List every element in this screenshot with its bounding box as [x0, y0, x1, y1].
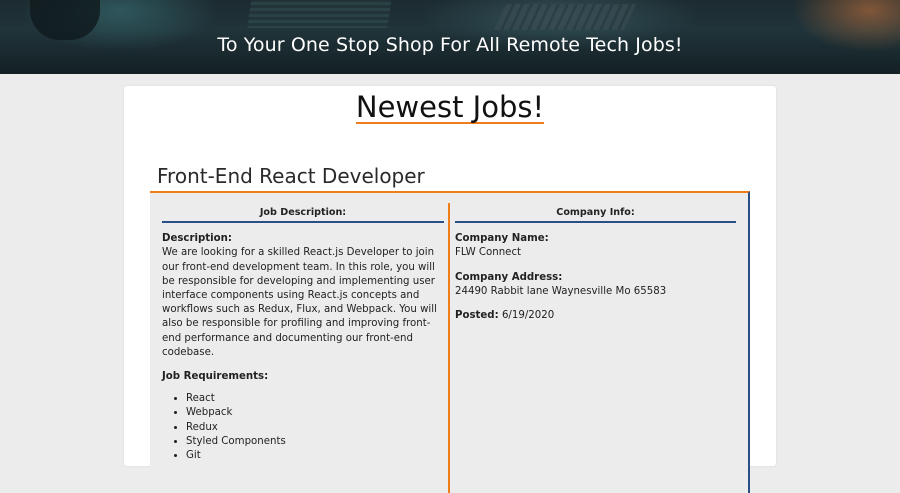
job-description-heading: Job Description: — [162, 206, 444, 224]
company-address: 24490 Rabbit lane Waynesville Mo 65583 — [455, 285, 667, 297]
requirements-label: Job Requirements: — [162, 371, 269, 383]
requirements-list: React Webpack Redux Styled Components Gi… — [162, 392, 444, 463]
job-title[interactable]: Front-End React Developer — [157, 164, 425, 188]
page-title-wrapper: Newest Jobs! — [124, 92, 776, 124]
jobs-card: Newest Jobs! Front-End React Developer J… — [124, 86, 776, 493]
hero-keyboard-decoration — [493, 4, 637, 30]
job-listing: Job Description: Description: We are loo… — [150, 191, 750, 493]
requirement-item: Webpack — [186, 406, 444, 420]
column-divider — [448, 203, 450, 493]
posted-line: Posted: 6/19/2020 — [455, 309, 736, 323]
company-name-label: Company Name: — [455, 233, 549, 245]
hero-title: To Your One Stop Shop For All Remote Tec… — [217, 34, 683, 56]
job-description-column: Job Description: Description: We are loo… — [162, 193, 444, 463]
posted-date: 6/19/2020 — [501, 310, 555, 322]
hero-banner: To Your One Stop Shop For All Remote Tec… — [0, 0, 900, 74]
posted-label: Posted: — [455, 310, 499, 322]
requirement-item: Redux — [186, 421, 444, 435]
description-text: We are looking for a skilled React.js De… — [162, 247, 437, 358]
company-info-heading: Company Info: — [455, 206, 736, 224]
page-title: Newest Jobs! — [355, 90, 545, 124]
requirement-item: Git — [186, 449, 444, 463]
company-name: FLW Connect — [455, 247, 522, 259]
description-label: Description: — [162, 233, 232, 245]
company-info-column: Company Info: Company Name: FLW Connect … — [455, 193, 736, 323]
hero-monitor-decoration — [247, 0, 393, 28]
company-address-label: Company Address: — [455, 271, 563, 283]
requirement-item: React — [186, 392, 444, 406]
